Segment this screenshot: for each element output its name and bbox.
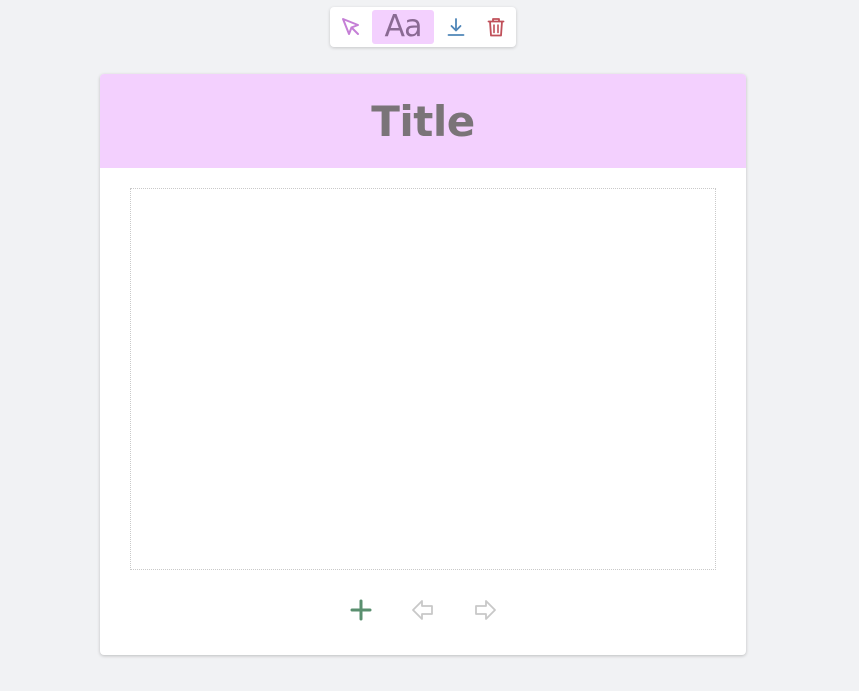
delete-button[interactable]	[480, 10, 512, 44]
select-tool-button[interactable]	[335, 10, 367, 44]
toolbar: Aa	[330, 7, 516, 47]
previous-slide-button[interactable]	[408, 595, 438, 625]
arrow-right-outline-icon	[475, 600, 496, 620]
text-tool-button[interactable]: Aa	[372, 10, 434, 44]
slide-card: Title	[100, 74, 746, 655]
download-icon	[447, 18, 465, 36]
cursor-arrow-icon	[342, 18, 359, 35]
drawing-canvas[interactable]	[130, 188, 716, 570]
trash-icon	[487, 18, 505, 37]
next-slide-button[interactable]	[470, 595, 500, 625]
add-slide-button[interactable]	[346, 595, 376, 625]
plus-icon	[350, 599, 372, 621]
card-title[interactable]: Title	[371, 97, 475, 146]
download-button[interactable]	[440, 10, 472, 44]
card-header[interactable]: Title	[100, 74, 746, 168]
text-tool-label: Aa	[384, 9, 423, 44]
arrow-left-outline-icon	[412, 600, 433, 620]
